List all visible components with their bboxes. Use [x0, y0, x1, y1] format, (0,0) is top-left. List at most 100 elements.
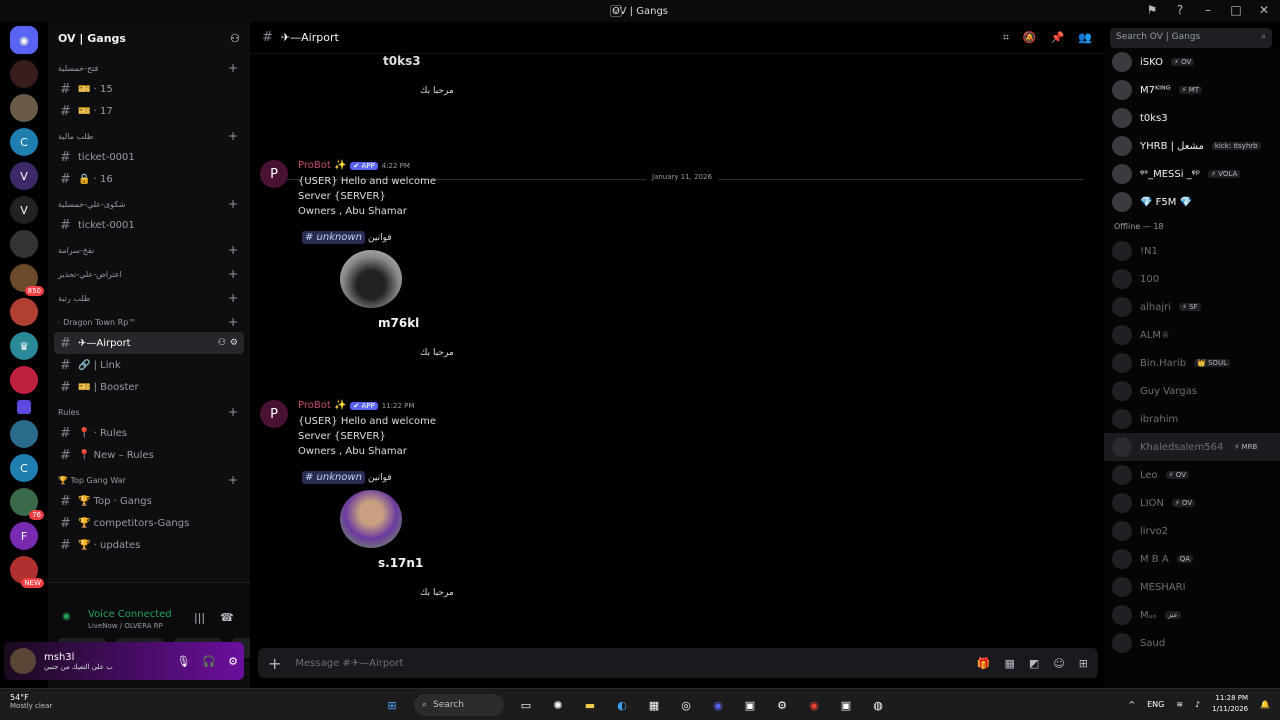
channel-category[interactable]: اعتراض-علي-تحذير + — [48, 264, 250, 284]
notification-mute-icon[interactable]: 🔕 — [1023, 31, 1037, 45]
gear-icon[interactable]: ⚙ — [228, 655, 238, 668]
server-icon[interactable] — [10, 298, 38, 326]
member-item[interactable]: lirvo2 — [1104, 517, 1280, 545]
emoji-icon[interactable]: ☺ — [1053, 657, 1064, 670]
add-channel-icon[interactable]: + — [228, 61, 238, 75]
channel-mention[interactable]: # unknown — [302, 231, 365, 244]
inbox-icon[interactable]: ⚑ — [1146, 3, 1158, 17]
channel-category[interactable]: 🏆 Top Gang War + — [48, 470, 250, 490]
member-item[interactable]: M B A QA — [1104, 545, 1280, 573]
discord-icon[interactable]: ◉ — [708, 695, 728, 715]
channel-category[interactable]: طلب مالية + — [48, 126, 250, 146]
author-name[interactable]: ProBot ✨ — [298, 160, 346, 171]
taskbar-search[interactable]: ⌕ Search — [414, 694, 504, 716]
member-item[interactable]: ALM♕ — [1104, 321, 1280, 349]
weather-widget[interactable]: 54°F Mostly clear — [10, 693, 52, 710]
add-channel-icon[interactable]: + — [228, 473, 238, 487]
channel-item[interactable]: # 🏆 competitors-Gangs — [54, 512, 244, 534]
server-icon[interactable]: V — [10, 196, 38, 224]
channel-category[interactable]: · Dragon Town Rp™ + — [48, 312, 250, 332]
server-icon[interactable]: 850 — [10, 264, 44, 296]
member-item[interactable]: Bin.Harib 👑 SOUL — [1104, 349, 1280, 377]
headphones-icon[interactable]: 🎧 — [202, 655, 216, 668]
member-item[interactable]: MESHARI — [1104, 573, 1280, 601]
app-icon[interactable]: ▣ — [740, 695, 760, 715]
microphone-icon[interactable]: 🎙 — [176, 655, 190, 668]
channel-item[interactable]: # 🏆 Top · Gangs — [54, 490, 244, 512]
member-item[interactable]: ibrahim — [1104, 405, 1280, 433]
server-icon[interactable] — [10, 230, 38, 258]
calculator-icon[interactable]: ▦ — [644, 695, 664, 715]
server-header[interactable]: OV | Gangs ⚇ — [48, 22, 250, 54]
steam-icon[interactable]: ⚙ — [772, 695, 792, 715]
sticker-icon[interactable]: ◩ — [1029, 657, 1039, 670]
apps-icon[interactable]: ⊞ — [1079, 657, 1088, 670]
server-icon[interactable] — [10, 420, 38, 448]
server-icon[interactable]: C — [10, 454, 38, 482]
add-channel-icon[interactable]: + — [228, 315, 238, 329]
channel-item[interactable]: # 🎫 | Booster — [54, 376, 244, 398]
wifi-icon[interactable]: ≋ — [1176, 700, 1183, 709]
camera-icon[interactable]: ◎ — [676, 695, 696, 715]
invite-icon[interactable]: ⚇ — [218, 338, 226, 348]
channel-item[interactable]: # 📍 New – Rules — [54, 444, 244, 466]
chevron-down-icon[interactable]: v — [610, 5, 622, 17]
voice-channel[interactable]: LiveNow / OLVERA RP — [88, 622, 163, 630]
member-item[interactable]: Leo ⚡ OV — [1104, 461, 1280, 489]
app-icon[interactable]: ◍ — [868, 695, 888, 715]
gif-icon[interactable]: ▦ — [1005, 657, 1015, 670]
gear-icon[interactable]: ⚙ — [230, 338, 238, 348]
channel-item[interactable]: # ticket-0001 — [54, 146, 244, 168]
member-item[interactable]: ᵠᵃ_MESSi _ᵠᵖ ⚡ VOLA — [1104, 160, 1280, 188]
copilot-icon[interactable]: ✺ — [548, 695, 568, 715]
channel-item[interactable]: # 🔒 · 16 — [54, 168, 244, 190]
member-item[interactable]: !N1 — [1104, 237, 1280, 265]
maximize-button[interactable]: □ — [1230, 3, 1242, 17]
message-input[interactable]: Message #✈—Airport — [295, 658, 403, 669]
member-item[interactable]: alhajri ⚡ SF — [1104, 293, 1280, 321]
channel-item[interactable]: # 🏆 · updates — [54, 534, 244, 556]
avatar[interactable]: P — [260, 160, 288, 188]
channel-item[interactable]: # ✈—Airport ⚇ ⚙ — [54, 332, 244, 354]
channel-category[interactable]: طلب رتبة + — [48, 288, 250, 308]
add-channel-icon[interactable]: + — [228, 243, 238, 257]
add-channel-icon[interactable]: + — [228, 129, 238, 143]
server-icon[interactable]: F — [10, 522, 38, 550]
add-channel-icon[interactable]: + — [228, 405, 238, 419]
channel-item[interactable]: # 🔗 | Link — [54, 354, 244, 376]
member-item[interactable]: Mᵤₒ عنز — [1104, 601, 1280, 629]
add-channel-icon[interactable]: + — [228, 291, 238, 305]
channel-category[interactable]: Rules + — [48, 402, 250, 422]
member-item[interactable]: Guy Vargas — [1104, 377, 1280, 405]
channel-item[interactable]: # 🎫 · 15 — [54, 78, 244, 100]
member-item[interactable]: iSKO ⚡ OV — [1104, 48, 1280, 76]
signal-icon[interactable]: ◉ — [62, 611, 71, 622]
minimize-button[interactable]: – — [1202, 3, 1214, 17]
member-item[interactable]: YHRB | مشعل kick: itsyhrb — [1104, 132, 1280, 160]
author-name[interactable]: ProBot ✨ — [298, 400, 346, 411]
gift-icon[interactable]: 🎁 — [977, 657, 991, 670]
server-icon[interactable]: NEW — [10, 556, 44, 588]
member-list-icon[interactable]: 👥 — [1078, 31, 1092, 45]
disconnect-icon[interactable]: ☎ — [220, 611, 234, 624]
file-explorer-icon[interactable]: ▬ — [580, 695, 600, 715]
search-input[interactable]: Search OV | Gangs ⌕ — [1110, 28, 1272, 48]
server-icon[interactable]: C — [10, 128, 38, 156]
help-icon[interactable]: ? — [1174, 3, 1186, 17]
add-attachment-icon[interactable]: + — [268, 654, 281, 673]
bell-icon[interactable]: 🔔 — [1260, 700, 1270, 709]
pin-icon[interactable]: 📌 — [1051, 31, 1065, 45]
discord-home-icon[interactable]: ◉ — [10, 26, 38, 54]
terminal-icon[interactable]: ▣ — [836, 695, 856, 715]
windows-start-icon[interactable]: ⊞ — [382, 695, 402, 715]
member-item[interactable]: M7ᴷᴵᴺᴳ ⚡ MT — [1104, 76, 1280, 104]
server-icon[interactable]: 76 — [10, 488, 44, 520]
channel-category[interactable]: نفخ-سرامة + — [48, 240, 250, 260]
channel-item[interactable]: # 🎫 · 17 — [54, 100, 244, 122]
avatar[interactable] — [10, 648, 36, 674]
server-icon[interactable] — [10, 366, 38, 394]
member-item[interactable]: Khaledsalem564 ⚡ MRB — [1104, 433, 1280, 461]
close-button[interactable]: ✕ — [1258, 3, 1270, 17]
chevron-up-icon[interactable]: ^ — [1128, 700, 1135, 709]
member-item[interactable]: Saud — [1104, 629, 1280, 657]
